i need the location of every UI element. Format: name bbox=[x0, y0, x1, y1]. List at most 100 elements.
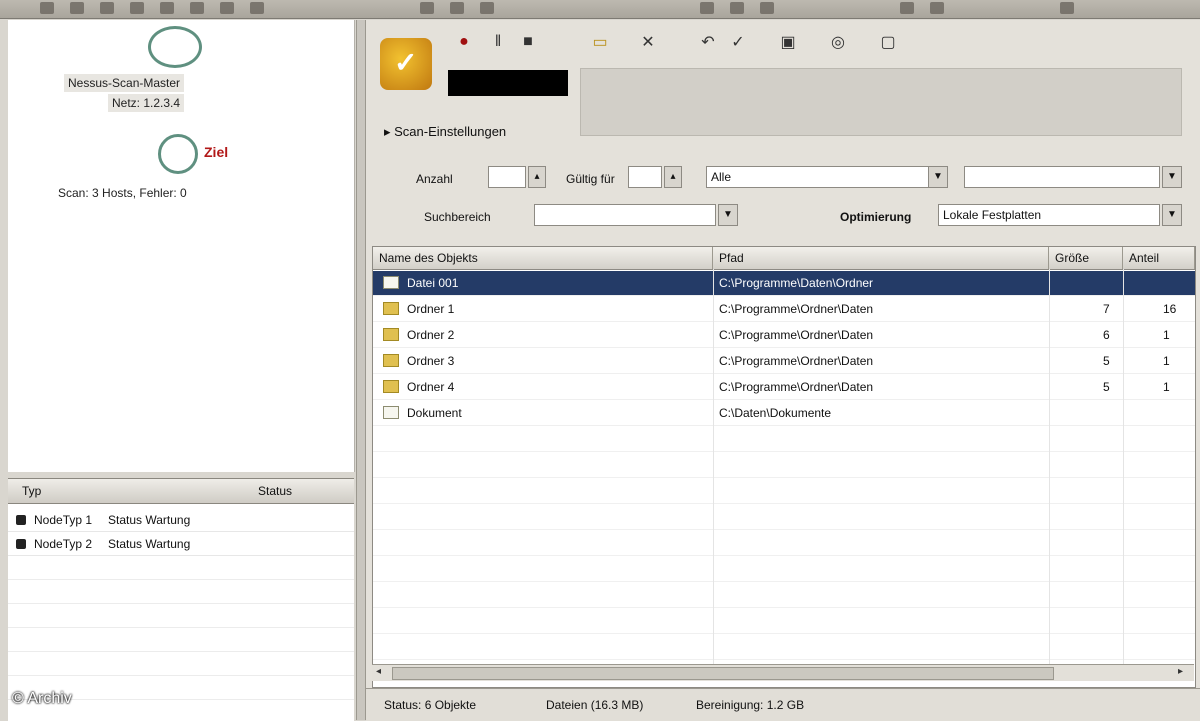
scroll-right-icon[interactable]: ▸ bbox=[1178, 666, 1183, 677]
empty-row bbox=[373, 583, 1195, 608]
empty-row bbox=[8, 557, 354, 580]
detail-pane: ● ‖ ■ ▭ ✕ ↶ ✓ ▣ ◎ ▢ Scan-Einstellungen A… bbox=[366, 20, 1200, 721]
toolbar-icon-13[interactable] bbox=[730, 2, 744, 14]
tree-node-target[interactable]: Ziel bbox=[204, 144, 228, 160]
toolbar-icon-7[interactable] bbox=[220, 2, 234, 14]
stop-icon[interactable]: ■ bbox=[516, 30, 540, 54]
valid-label: Gültig für bbox=[566, 172, 615, 186]
toolbar-icon-6[interactable] bbox=[190, 2, 204, 14]
record-icon[interactable]: ● bbox=[452, 30, 476, 54]
table-row[interactable]: Ordner 1 C:\Programme\Ordner\Daten 7 16 bbox=[373, 297, 1195, 322]
toolbar-icon-3[interactable] bbox=[100, 2, 114, 14]
toolbar-icon-2[interactable] bbox=[70, 2, 84, 14]
table-row[interactable]: Ordner 3 C:\Programme\Ordner\Daten 5 1 bbox=[373, 349, 1195, 374]
toolbar-icon-4[interactable] bbox=[130, 2, 144, 14]
toolbar-icon-8[interactable] bbox=[250, 2, 264, 14]
row-path: C:\Programme\Ordner\Daten bbox=[719, 328, 874, 342]
empty-row bbox=[373, 609, 1195, 634]
app-logo-icon bbox=[380, 38, 432, 90]
tree-footer-text: Scan: 3 Hosts, Fehler: 0 bbox=[58, 186, 187, 200]
row-path: C:\Programme\Ordner\Daten bbox=[719, 302, 874, 316]
settings-section-toggle[interactable]: Scan-Einstellungen bbox=[384, 124, 506, 140]
valid-spinner[interactable]: ▴ bbox=[664, 166, 682, 188]
col-size[interactable]: Größe bbox=[1049, 247, 1123, 269]
pause-icon[interactable]: ‖ bbox=[486, 30, 510, 54]
table-row[interactable]: Ordner 4 C:\Programme\Ordner\Daten 5 1 bbox=[373, 375, 1195, 400]
empty-row bbox=[373, 427, 1195, 452]
toolbar-icon-17[interactable] bbox=[1060, 2, 1074, 14]
type-dropdown-icon[interactable]: ▼ bbox=[928, 166, 948, 188]
list-item-name: NodeTyp 2 bbox=[34, 537, 93, 551]
folder-icon bbox=[383, 302, 399, 315]
secondary-dropdown-icon[interactable]: ▼ bbox=[1162, 166, 1182, 188]
valid-field[interactable] bbox=[628, 166, 662, 188]
close-icon[interactable]: ✕ bbox=[636, 30, 660, 54]
row-path: C:\Programme\Daten\Ordner bbox=[719, 276, 874, 290]
row-name: Dokument bbox=[407, 406, 462, 420]
list-item[interactable]: NodeTyp 1 Status Wartung bbox=[8, 509, 354, 532]
left-col-status[interactable]: Status bbox=[258, 484, 292, 498]
top-toolbar bbox=[0, 0, 1200, 19]
folder-icon[interactable]: ▭ bbox=[588, 30, 612, 54]
check-icon[interactable]: ✓ bbox=[726, 30, 750, 54]
count-field[interactable] bbox=[488, 166, 526, 188]
row-size: 6 bbox=[1103, 328, 1110, 342]
window-icon[interactable]: ▢ bbox=[876, 30, 900, 54]
toolbar-icon-14[interactable] bbox=[760, 2, 774, 14]
redacted-box bbox=[448, 70, 568, 96]
empty-row bbox=[8, 605, 354, 628]
col-share[interactable]: Anteil bbox=[1123, 247, 1195, 269]
row-share: 16 bbox=[1163, 302, 1177, 316]
toolbar-icon-15[interactable] bbox=[900, 2, 914, 14]
search-area-dropdown-icon[interactable]: ▼ bbox=[718, 204, 738, 226]
search-area-field[interactable] bbox=[534, 204, 716, 226]
empty-row bbox=[373, 479, 1195, 504]
column-divider bbox=[1123, 269, 1124, 679]
toolbar-icon-9[interactable] bbox=[420, 2, 434, 14]
scroll-left-icon[interactable]: ◂ bbox=[376, 666, 381, 677]
tree-node-sublabel: Netz: 1.2.3.4 bbox=[108, 94, 185, 112]
list-item[interactable]: NodeTyp 2 Status Wartung bbox=[8, 533, 354, 556]
tree-node-label[interactable]: Nessus-Scan-Master bbox=[64, 74, 185, 92]
table-header: Name des Objekts Pfad Größe Anteil bbox=[373, 247, 1195, 270]
undo-icon[interactable]: ↶ bbox=[696, 30, 720, 54]
item-icon bbox=[16, 539, 26, 549]
scroll-thumb[interactable] bbox=[392, 667, 1054, 680]
left-col-type[interactable]: Typ bbox=[22, 484, 41, 498]
results-table: Name des Objekts Pfad Größe Anteil Datei… bbox=[372, 246, 1196, 688]
item-icon bbox=[16, 515, 26, 525]
detail-toolbar: ● ‖ ■ ▭ ✕ ↶ ✓ ▣ ◎ ▢ bbox=[366, 20, 1200, 66]
row-name: Ordner 4 bbox=[407, 380, 455, 394]
toolbar-icon-16[interactable] bbox=[930, 2, 944, 14]
row-name: Ordner 3 bbox=[407, 354, 455, 368]
row-path: C:\Daten\Dokumente bbox=[719, 406, 832, 420]
network-icon[interactable]: ◎ bbox=[826, 30, 850, 54]
toolbar-icon-5[interactable] bbox=[160, 2, 174, 14]
table-row[interactable]: Dokument C:\Daten\Dokumente bbox=[373, 401, 1195, 426]
table-row[interactable]: Datei 001 C:\Programme\Daten\Ordner bbox=[373, 271, 1195, 296]
type-select[interactable]: Alle bbox=[706, 166, 936, 188]
toolbar-icon-1[interactable] bbox=[40, 2, 54, 14]
copyright-watermark: © Archiv bbox=[12, 690, 72, 707]
pane-splitter[interactable] bbox=[356, 20, 366, 720]
row-share: 1 bbox=[1163, 354, 1170, 368]
list-item-value: Status Wartung bbox=[108, 513, 191, 527]
table-row[interactable]: Ordner 2 C:\Programme\Ordner\Daten 6 1 bbox=[373, 323, 1195, 348]
toolbar-icon-12[interactable] bbox=[700, 2, 714, 14]
col-name[interactable]: Name des Objekts bbox=[373, 247, 713, 269]
toolbar-icon-10[interactable] bbox=[450, 2, 464, 14]
optimize-dropdown-icon[interactable]: ▼ bbox=[1162, 204, 1182, 226]
optimize-select[interactable]: Lokale Festplatten bbox=[938, 204, 1160, 226]
status-left: Status: 6 Objekte bbox=[384, 698, 477, 712]
print-icon[interactable]: ▣ bbox=[776, 30, 800, 54]
status-middle: Dateien (16.3 MB) bbox=[546, 698, 644, 712]
toolbar-icon-11[interactable] bbox=[480, 2, 494, 14]
secondary-select[interactable] bbox=[964, 166, 1160, 188]
count-label: Anzahl bbox=[416, 172, 453, 186]
count-spinner[interactable]: ▴ bbox=[528, 166, 546, 188]
horizontal-scrollbar[interactable]: ◂ ▸ bbox=[372, 664, 1194, 681]
row-share: 1 bbox=[1163, 328, 1170, 342]
row-size: 5 bbox=[1103, 380, 1110, 394]
row-size: 7 bbox=[1103, 302, 1110, 316]
col-path[interactable]: Pfad bbox=[713, 247, 1049, 269]
